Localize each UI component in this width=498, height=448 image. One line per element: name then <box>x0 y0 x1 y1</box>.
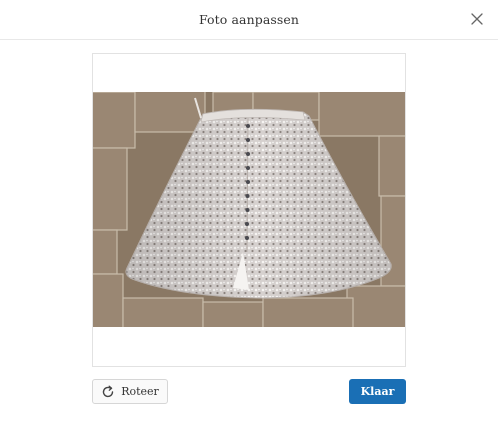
dialog-header: Foto aanpassen <box>0 0 498 40</box>
skirt-photo <box>93 92 405 327</box>
done-button[interactable]: Klaar <box>349 379 406 404</box>
rotate-button-label: Roteer <box>121 385 159 398</box>
close-icon[interactable] <box>470 12 484 26</box>
rotate-icon <box>101 385 115 399</box>
image-crop-frame[interactable] <box>92 53 406 367</box>
rotate-button[interactable]: Roteer <box>92 379 168 404</box>
done-button-label: Klaar <box>360 385 395 398</box>
dialog-title: Foto aanpassen <box>198 12 300 27</box>
